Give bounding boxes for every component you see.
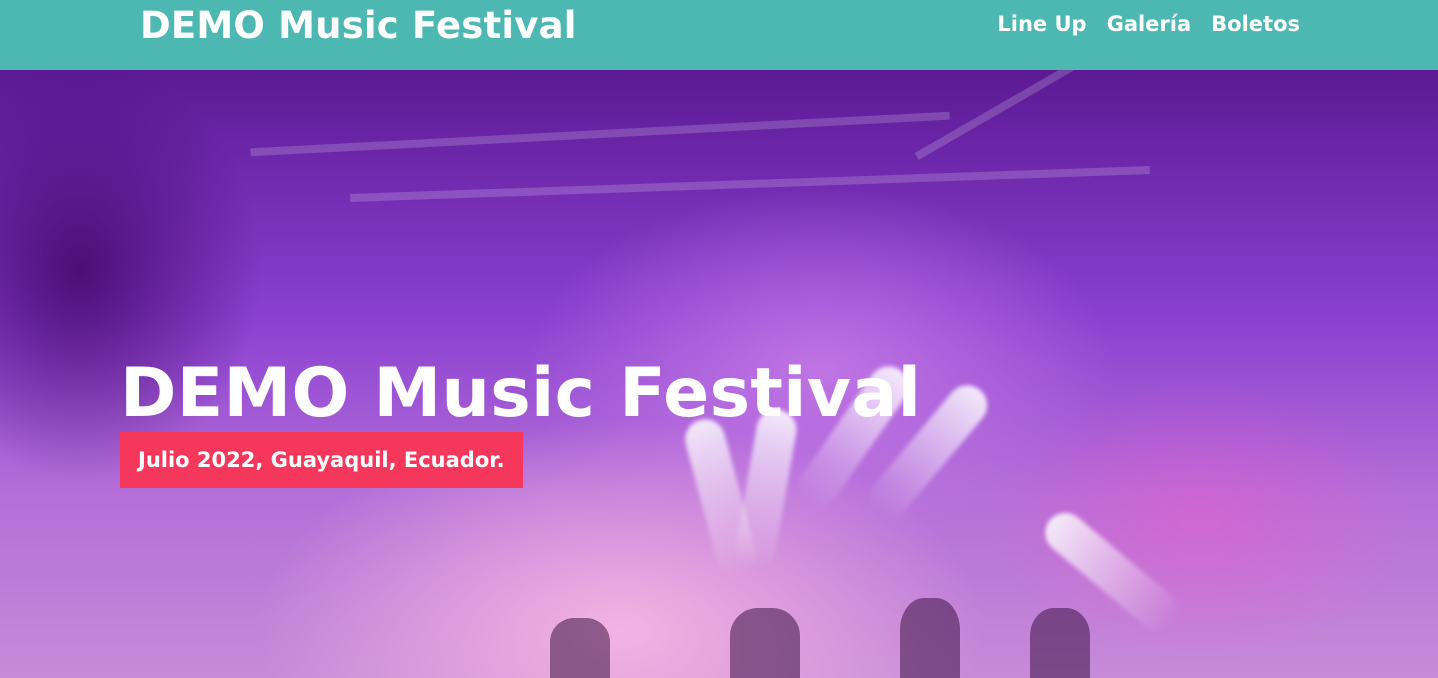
- hero-title: DEMO Music Festival: [120, 354, 922, 433]
- nav-link-line-up[interactable]: Line Up: [997, 12, 1086, 36]
- performer-silhouette: [1030, 608, 1090, 678]
- performer-silhouette: [550, 618, 610, 678]
- top-navbar: DEMO Music Festival Line Up Galería Bole…: [0, 0, 1438, 70]
- event-date-badge: Julio 2022, Guayaquil, Ecuador.: [120, 432, 523, 488]
- performer-silhouette: [730, 608, 800, 678]
- nav-link-boletos[interactable]: Boletos: [1211, 12, 1300, 36]
- brand-logo-link[interactable]: DEMO Music Festival: [140, 4, 577, 47]
- main-nav: Line Up Galería Boletos: [997, 12, 1300, 36]
- stage-lighting-rig-image: [250, 70, 1438, 310]
- nav-link-galeria[interactable]: Galería: [1107, 12, 1192, 36]
- performer-silhouette: [900, 598, 960, 678]
- hero-banner: DEMO Music Festival Julio 2022, Guayaqui…: [0, 70, 1438, 678]
